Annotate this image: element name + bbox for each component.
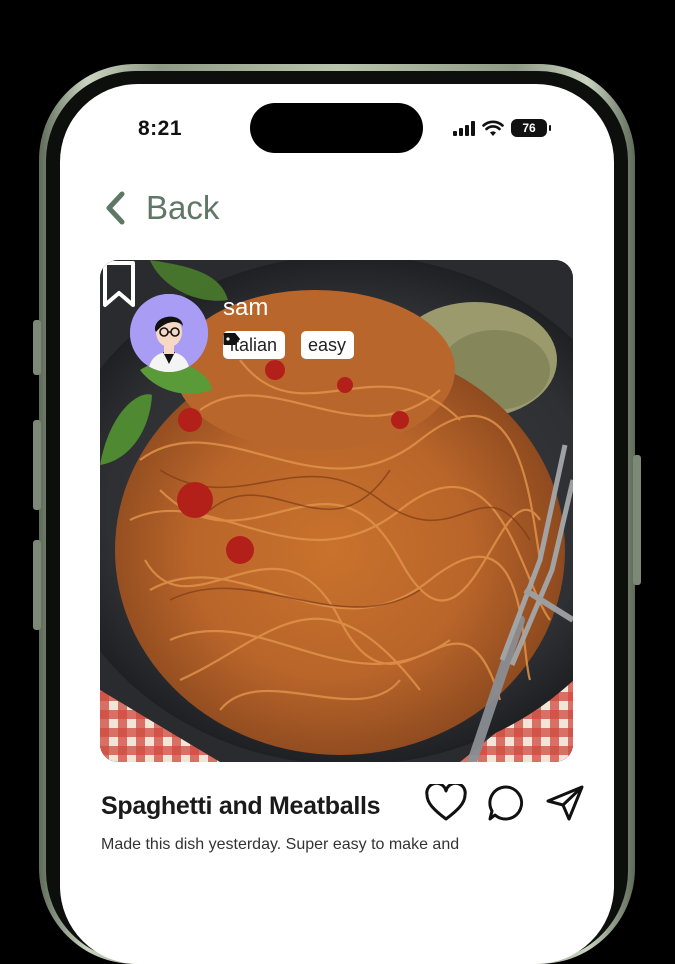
status-icons: 76 (453, 118, 551, 138)
dynamic-island (250, 103, 423, 153)
back-label: Back (146, 189, 220, 226)
author-avatar[interactable] (130, 294, 208, 372)
post-caption: Made this dish yesterday. Super easy to … (101, 836, 460, 853)
status-time: 8:21 (138, 117, 183, 140)
send-icon[interactable] (545, 784, 585, 822)
post-title: Spaghetti and Meatballs (101, 792, 381, 820)
chevron-left-icon (106, 191, 125, 225)
phone-volume-down-button (33, 540, 41, 630)
tag-list: italian easy (223, 331, 355, 359)
battery-icon: 76 (511, 119, 551, 137)
battery-level: 76 (522, 121, 536, 135)
author-name[interactable]: sam (223, 294, 268, 322)
post-actions (425, 784, 585, 822)
comment-icon[interactable] (487, 784, 525, 822)
heart-icon[interactable] (425, 784, 467, 822)
wifi-icon (482, 120, 504, 136)
tag-chip[interactable]: easy (223, 331, 355, 359)
phone-side-button (33, 320, 41, 375)
cellular-signal-icon (453, 120, 475, 136)
tag-icon (223, 333, 240, 345)
bookmark-icon[interactable] (100, 260, 138, 308)
avatar-illustration (130, 294, 208, 372)
tag-label: easy (308, 334, 347, 355)
back-button[interactable]: Back (104, 189, 219, 227)
phone-power-button (633, 455, 641, 585)
phone-screen: 8:21 76 Back sam italian easy Spaghetti … (60, 84, 614, 964)
phone-volume-up-button (33, 420, 41, 510)
post-image[interactable]: sam italian easy (100, 260, 573, 762)
